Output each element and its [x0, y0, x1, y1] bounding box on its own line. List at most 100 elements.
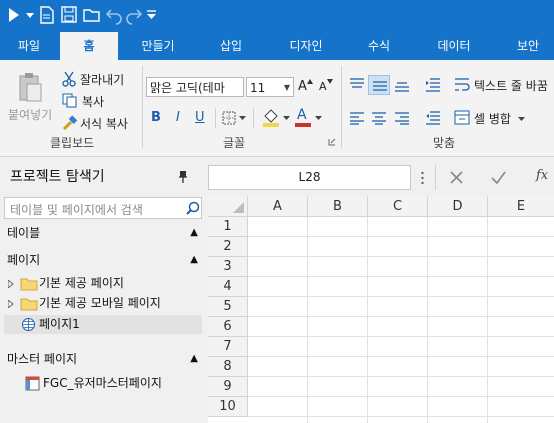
- expand-arrow-icon[interactable]: [8, 300, 14, 308]
- italic-button[interactable]: I: [176, 110, 180, 125]
- grid-line: [248, 236, 554, 237]
- customize-toolbar-icon[interactable]: [147, 10, 165, 28]
- format-painter-button[interactable]: 서식 복사: [60, 114, 140, 132]
- align-middle-button[interactable]: [368, 75, 390, 95]
- collapse-icon[interactable]: ▲: [190, 348, 198, 370]
- play-icon[interactable]: [8, 7, 26, 25]
- copy-button[interactable]: 복사: [60, 92, 120, 110]
- tab-design[interactable]: 디자인: [276, 32, 336, 60]
- spreadsheet-grid[interactable]: A B C D E 1 2 3 4 5 6 7 8 9 10: [208, 196, 554, 423]
- row-header[interactable]: 2: [208, 237, 248, 257]
- row-header[interactable]: 4: [208, 277, 248, 297]
- grid-line: [248, 336, 554, 337]
- border-button[interactable]: [222, 110, 248, 126]
- separator: [142, 66, 143, 148]
- grid-line: [248, 296, 554, 297]
- search-icon[interactable]: [186, 201, 200, 215]
- clipboard-group-label: 클립보드: [50, 136, 95, 150]
- tab-home[interactable]: 홈: [60, 32, 118, 60]
- tab-data[interactable]: 데이터: [426, 32, 482, 60]
- grid-line: [248, 276, 554, 277]
- outdent-icon[interactable]: [425, 110, 441, 126]
- align-bottom-icon[interactable]: [394, 79, 410, 93]
- row-header[interactable]: 10: [208, 397, 248, 417]
- confirm-icon[interactable]: [491, 171, 506, 184]
- cancel-icon[interactable]: [450, 171, 463, 184]
- open-folder-icon[interactable]: [83, 7, 101, 25]
- font-size-value: 11: [250, 81, 266, 95]
- grow-font-button[interactable]: A: [297, 79, 313, 95]
- alignment-group-label: 맞춤: [433, 136, 456, 150]
- paste-icon: [19, 73, 42, 102]
- formula-bar-grip-icon[interactable]: [421, 170, 424, 186]
- font-color-button[interactable]: A: [295, 107, 325, 128]
- column-header[interactable]: C: [368, 196, 428, 217]
- tab-create[interactable]: 만들기: [130, 32, 186, 60]
- paste-button[interactable]: 붙여넣기: [4, 70, 54, 128]
- shrink-font-button[interactable]: A: [318, 79, 334, 95]
- select-all-corner[interactable]: [208, 196, 248, 217]
- align-center-icon[interactable]: [371, 111, 387, 125]
- tables-section-title: 테이블: [7, 226, 41, 240]
- align-top-icon[interactable]: [349, 77, 365, 91]
- row-header[interactable]: 9: [208, 377, 248, 397]
- row-header[interactable]: 6: [208, 317, 248, 337]
- folder-icon: [20, 278, 38, 291]
- name-box[interactable]: L28: [208, 165, 411, 190]
- grid-line: [248, 416, 554, 417]
- expand-arrow-icon[interactable]: [8, 280, 14, 288]
- font-name-value: 맑은 고딕(테마: [150, 81, 225, 95]
- new-file-icon[interactable]: [40, 6, 58, 24]
- chevron-down-icon: [239, 116, 246, 120]
- formula-bar: L28 fx: [206, 158, 554, 196]
- align-left-icon[interactable]: [349, 111, 365, 125]
- merge-cells-button[interactable]: 셀 병합: [452, 108, 554, 128]
- tree-item-label: FGC_유저마스터페이지: [43, 376, 162, 390]
- font-name-select[interactable]: 맑은 고딕(테마: [146, 77, 244, 97]
- explorer-search-field[interactable]: 테이블 및 페이지에서 검색: [4, 197, 202, 219]
- font-color-swatch: [295, 123, 311, 127]
- save-icon[interactable]: [61, 6, 79, 24]
- copy-icon: [62, 93, 77, 108]
- pin-icon[interactable]: [179, 170, 187, 183]
- tables-section-header[interactable]: 테이블 ▲: [0, 222, 206, 244]
- bold-button[interactable]: B: [151, 110, 161, 125]
- row-header[interactable]: 5: [208, 297, 248, 317]
- dialog-launcher-icon[interactable]: [328, 138, 336, 146]
- tab-file[interactable]: 파일: [6, 32, 52, 60]
- pages-section-header[interactable]: 페이지 ▲: [0, 249, 206, 271]
- cut-button[interactable]: 잘라내기: [60, 70, 138, 88]
- tab-insert[interactable]: 삽입: [206, 32, 256, 60]
- column-header[interactable]: E: [488, 196, 554, 217]
- font-size-select[interactable]: 11 ▼: [246, 77, 294, 97]
- redo-icon[interactable]: [126, 8, 144, 26]
- column-header[interactable]: A: [248, 196, 308, 217]
- tab-security[interactable]: 보안: [506, 32, 550, 60]
- master-page-icon: [25, 376, 40, 391]
- master-pages-section-header[interactable]: 마스터 페이지 ▲: [0, 348, 206, 370]
- select-all-icon: [233, 202, 244, 213]
- separator: [341, 66, 342, 148]
- row-header[interactable]: 3: [208, 257, 248, 277]
- wrap-text-button[interactable]: 텍스트 줄 바꿈: [452, 76, 554, 94]
- row-header[interactable]: 7: [208, 337, 248, 357]
- function-icon[interactable]: fx: [536, 168, 548, 183]
- fill-color-button[interactable]: [262, 108, 290, 128]
- column-header[interactable]: D: [428, 196, 488, 217]
- scissors-icon: [62, 71, 76, 87]
- align-right-icon[interactable]: [394, 111, 410, 125]
- row-header[interactable]: 1: [208, 217, 248, 237]
- column-header[interactable]: B: [308, 196, 368, 217]
- undo-icon[interactable]: [106, 8, 124, 26]
- font-color-label: A: [297, 107, 307, 123]
- format-painter-label: 서식 복사: [80, 117, 128, 131]
- collapse-icon[interactable]: ▲: [190, 222, 198, 244]
- underline-button[interactable]: U: [195, 110, 205, 125]
- collapse-icon[interactable]: ▲: [190, 249, 198, 271]
- grid-line: [427, 217, 428, 423]
- ribbon-home: 붙여넣기 잘라내기 복사 서식 복사 클립보드 맑은 고딕(테마 11 ▼ A …: [0, 60, 554, 157]
- tab-formulas[interactable]: 수식: [356, 32, 402, 60]
- indent-icon[interactable]: [425, 77, 441, 93]
- row-header[interactable]: 8: [208, 357, 248, 377]
- tree-item-page1[interactable]: 페이지1: [4, 315, 202, 334]
